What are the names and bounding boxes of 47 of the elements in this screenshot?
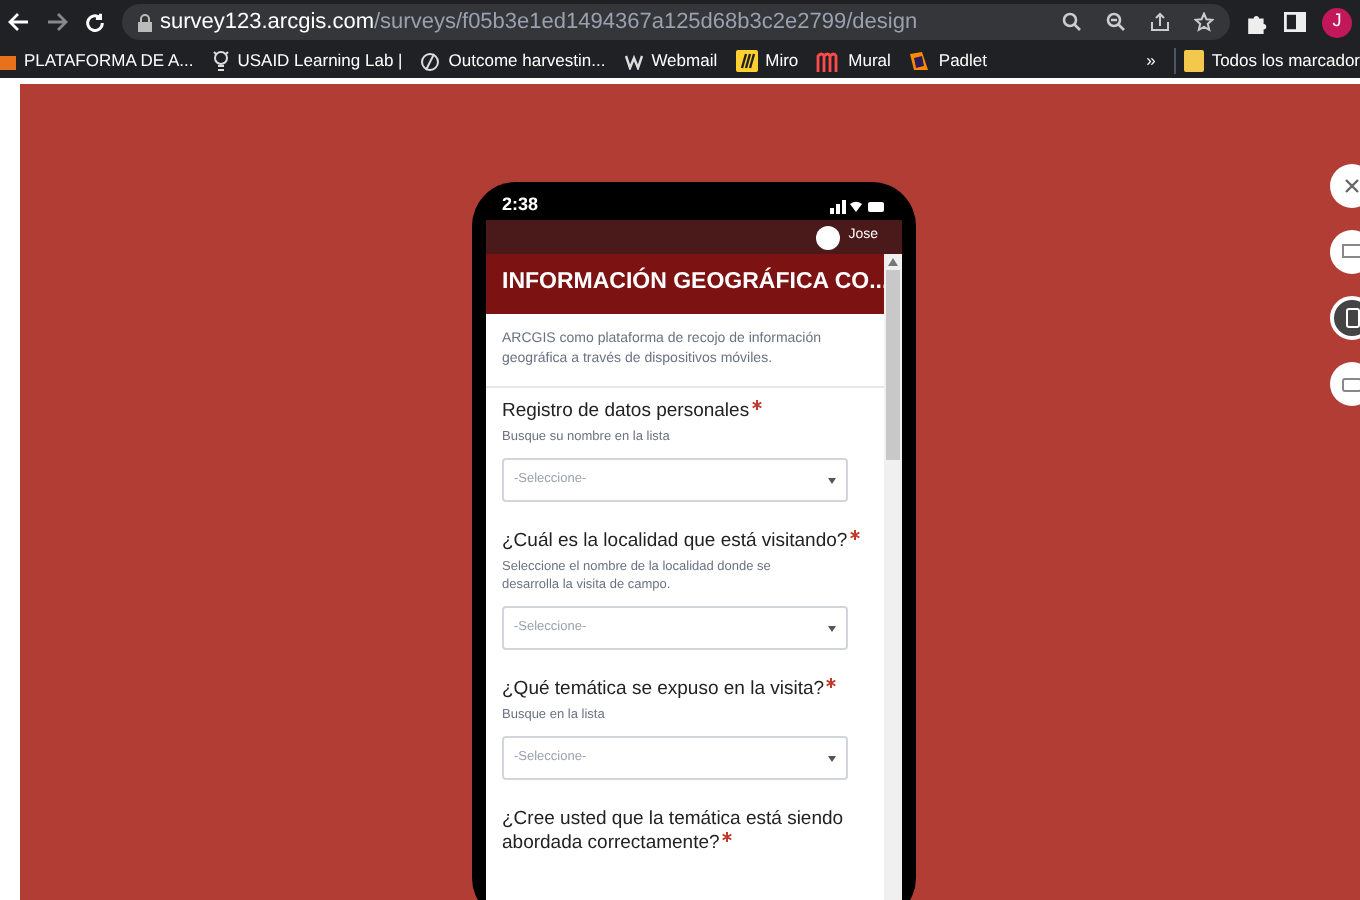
padlet-logo-icon [908, 50, 931, 72]
slashed-circle-icon [420, 51, 441, 71]
zoom-out-icon[interactable] [1106, 12, 1126, 32]
scrollbar-thumb[interactable] [886, 270, 900, 460]
share-icon[interactable] [1150, 12, 1170, 32]
lock-icon [138, 13, 152, 31]
caret-icon [828, 755, 836, 761]
user-avatar[interactable] [816, 225, 841, 249]
mural-logo-icon [816, 51, 841, 71]
monitor-icon [1342, 244, 1360, 260]
bookmark-link[interactable]: Webmail [651, 48, 718, 74]
question-label: ¿Cree usted que la temática está siendo abordada correctamente? [502, 808, 846, 856]
caret-icon [828, 477, 836, 483]
more-bookmarks-button[interactable]: » [1146, 48, 1156, 74]
close-icon [1344, 178, 1360, 194]
forward-arrow-icon[interactable] [46, 12, 68, 32]
form-title: INFORMACIÓN GEOGRÁFICA CO... [502, 266, 889, 299]
status-time: 2:38 [502, 191, 539, 218]
address-bar[interactable]: survey123.arcgis.com/surveys/f05b3e1ed1494367a125d68b3c2e2799/design [122, 4, 1230, 40]
folder-icon [1183, 50, 1204, 72]
scroll-up-icon[interactable] [888, 258, 898, 266]
status-icons [830, 197, 886, 213]
reload-icon[interactable] [84, 11, 106, 33]
bookmark-link[interactable]: Miro [765, 48, 799, 74]
back-arrow-icon[interactable] [8, 12, 30, 32]
puzzle-icon[interactable] [1246, 11, 1268, 33]
bookmark-link[interactable]: Mural [848, 48, 891, 74]
caret-icon [828, 625, 836, 631]
question-label: ¿Qué temática se expuso en la visita? [502, 678, 868, 702]
star-icon[interactable] [1194, 12, 1214, 32]
side-panel-icon[interactable] [1284, 12, 1306, 32]
lightbulb-icon [211, 50, 230, 72]
bookmark-link[interactable]: USAID Learning Lab | [237, 48, 403, 74]
question-label: ¿Cuál es la localidad que está visitando? [502, 530, 868, 554]
bookmark-link[interactable]: Outcome harvestin... [448, 48, 606, 74]
search-icon[interactable] [1062, 12, 1082, 32]
question-label: Registro de datos personales [502, 400, 868, 424]
bookmark-favicon [0, 52, 16, 70]
phone-icon [1345, 308, 1359, 328]
tablet-icon [1342, 377, 1360, 391]
miro-logo-icon [735, 50, 758, 72]
profile-avatar[interactable]: J [1322, 7, 1352, 37]
bookmark-link[interactable]: Padlet [938, 48, 988, 74]
bookmark-folder[interactable]: Todos los marcador [1211, 48, 1360, 74]
w-logo-icon [623, 53, 644, 69]
bookmark-link[interactable]: PLATAFORMA DE A... [24, 48, 194, 74]
url-text: survey123.arcgis.com/surveys/f05b3e1ed1494367a125d68b3c2e2799/design [160, 7, 918, 38]
